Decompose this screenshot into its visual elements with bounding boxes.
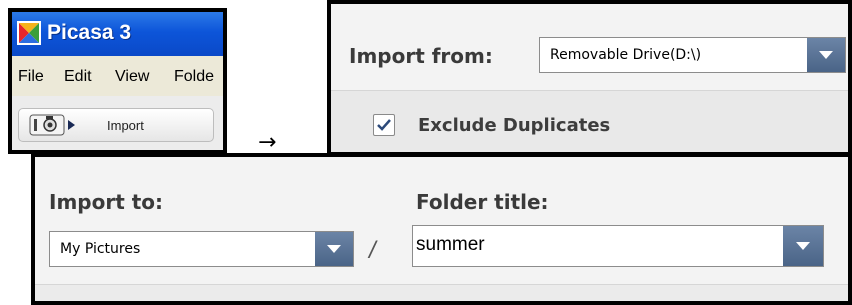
window-title: Picasa 3: [47, 21, 132, 44]
play-arrow-icon: [68, 120, 75, 130]
exclude-duplicates-checkbox[interactable]: [373, 114, 395, 136]
import-source-dropdown[interactable]: Removable Drive(D:\): [539, 37, 846, 73]
import-to-section: Import to: Folder title: My Pictures / s…: [35, 157, 848, 284]
import-to-panel: Import to: Folder title: My Pictures / s…: [31, 153, 852, 305]
import-source-value: Removable Drive(D:\): [550, 47, 702, 63]
import-from-label: Import from:: [349, 44, 493, 68]
import-to-label: Import to:: [49, 190, 164, 214]
picasa-window-panel: Picasa 3 File Edit View Folde Import: [8, 8, 227, 154]
camera-icon: [29, 114, 75, 136]
import-destination-value: My Pictures: [60, 241, 141, 257]
exclude-duplicates-label: Exclude Duplicates: [418, 115, 611, 136]
menu-folder[interactable]: Folde: [174, 68, 214, 86]
folder-title-combobox[interactable]: summer: [412, 225, 824, 267]
import-from-panel: Import from: Removable Drive(D:\) Exclud…: [327, 0, 852, 156]
dropdown-button[interactable]: [783, 226, 823, 266]
menu-bar: File Edit View Folde: [12, 56, 223, 96]
import-destination-dropdown[interactable]: My Pictures: [49, 231, 354, 267]
chevron-down-icon: [796, 242, 810, 250]
arrow-icon: →: [258, 130, 277, 155]
toolbar: Import: [12, 96, 223, 150]
chevron-down-icon: [819, 51, 833, 59]
menu-view[interactable]: View: [115, 68, 149, 86]
dropdown-button[interactable]: [315, 232, 353, 266]
title-bar: Picasa 3: [12, 12, 223, 56]
menu-file[interactable]: File: [18, 68, 44, 86]
chevron-down-icon: [327, 245, 341, 253]
import-from-row: Import from: Removable Drive(D:\): [331, 4, 848, 90]
import-button-label: Import: [107, 118, 144, 133]
dropdown-button[interactable]: [807, 38, 845, 72]
folder-title-input[interactable]: summer: [416, 234, 485, 256]
import-button[interactable]: Import: [18, 108, 214, 142]
options-row: Exclude Duplicates: [331, 90, 848, 152]
menu-edit[interactable]: Edit: [64, 68, 92, 86]
path-separator: /: [369, 237, 376, 264]
picasa-logo-icon: [17, 21, 41, 45]
panel-footer: [35, 284, 848, 301]
folder-title-label: Folder title:: [416, 190, 549, 214]
checkmark-icon: [377, 119, 391, 131]
